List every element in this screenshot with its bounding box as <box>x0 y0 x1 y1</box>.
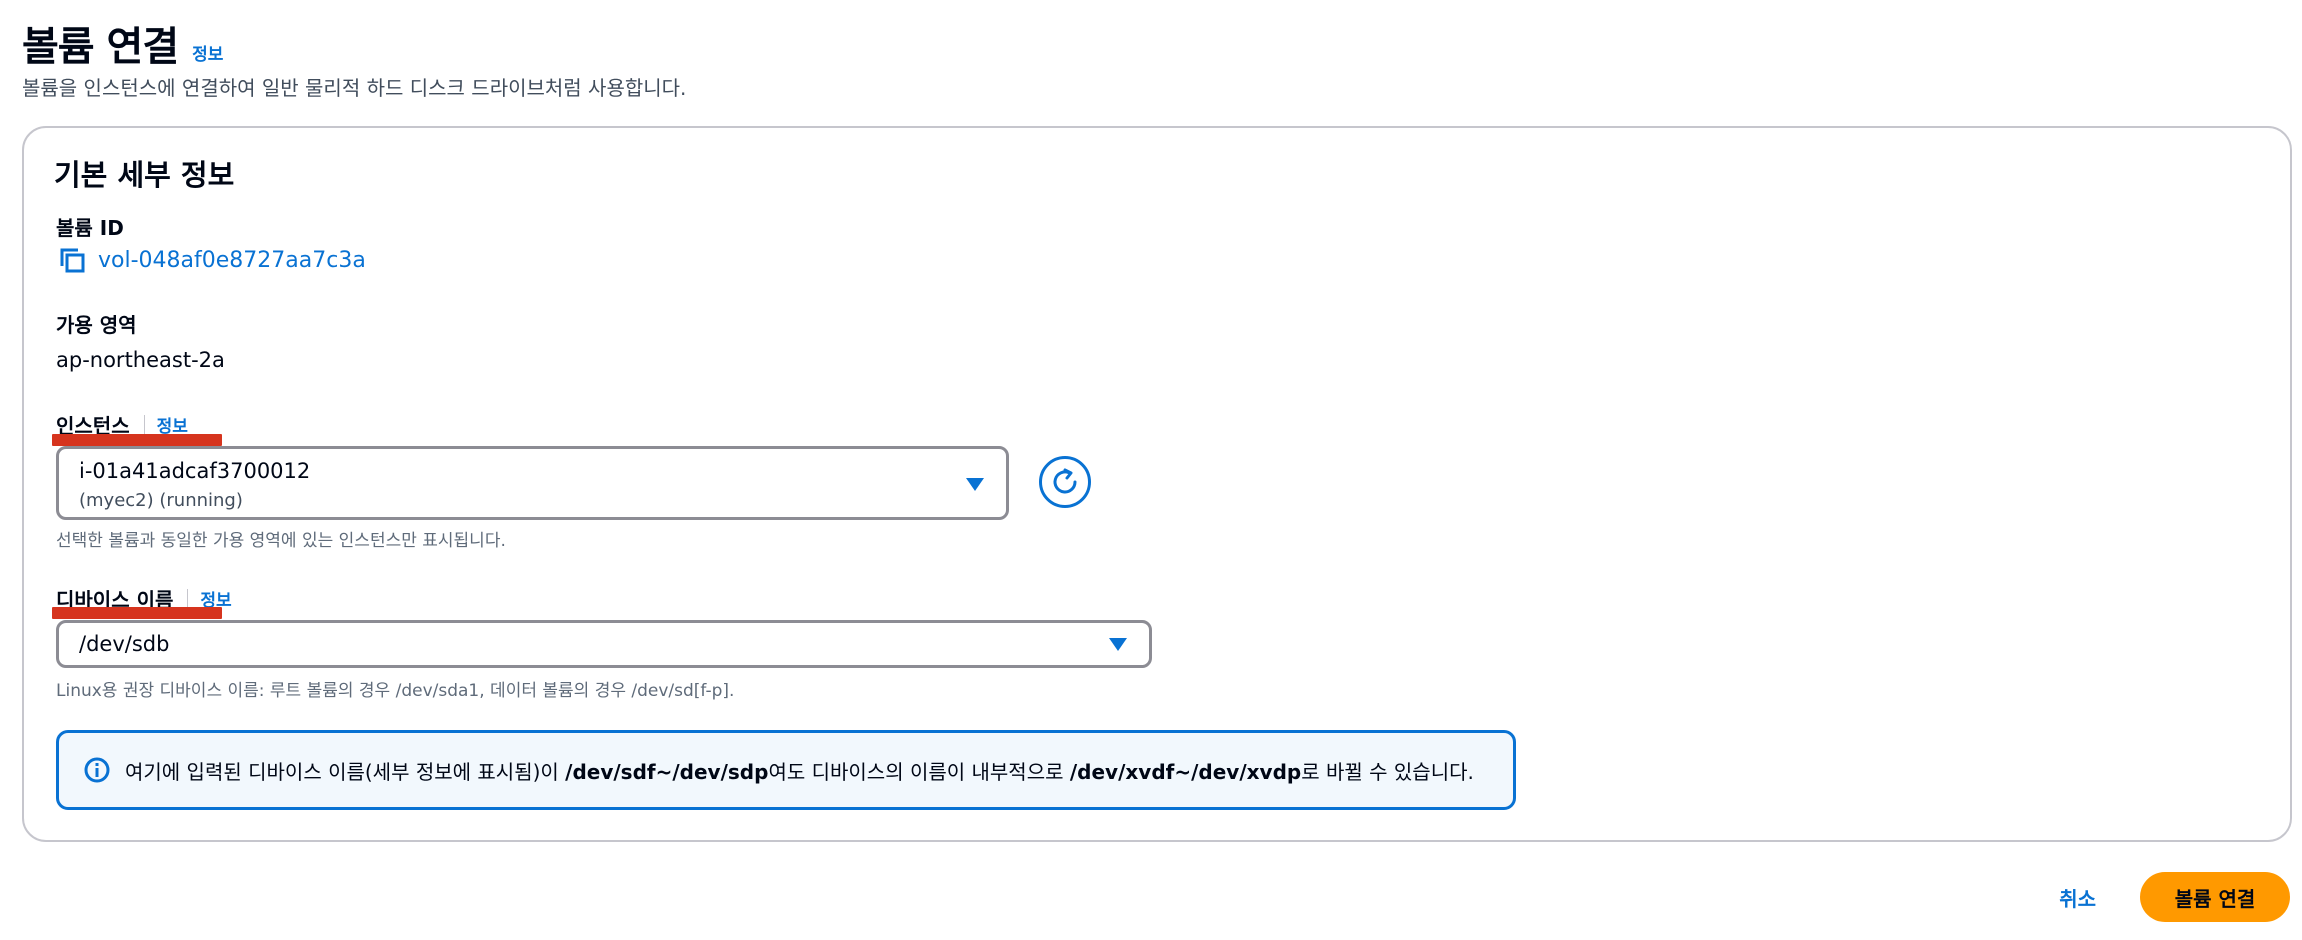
instance-select-detail: (myec2) (running) <box>79 490 243 511</box>
cancel-button[interactable]: 취소 <box>2059 883 2096 912</box>
availability-zone-value: ap-northeast-2a <box>56 348 225 372</box>
device-name-hint: Linux용 권장 디바이스 이름: 루트 볼륨의 경우 /dev/sda1, … <box>56 681 735 701</box>
attach-volume-button[interactable]: 볼륨 연결 <box>2140 872 2290 922</box>
device-name-annotation-underline <box>52 607 222 619</box>
device-name-info-alert: 여기에 입력된 디바이스 이름(세부 정보에 표시됨)이 /dev/sdf~/d… <box>56 730 1516 810</box>
page-title: 볼륨 연결 <box>22 24 179 70</box>
refresh-instances-button[interactable] <box>1039 456 1091 508</box>
alert-message: 여기에 입력된 디바이스 이름(세부 정보에 표시됨)이 /dev/sdf~/d… <box>125 759 1474 784</box>
copy-icon[interactable] <box>58 246 86 274</box>
volume-id-link[interactable]: vol-048af0e8727aa7c3a <box>98 248 366 273</box>
instance-hint: 선택한 볼륨과 동일한 가용 영역에 있는 인스턴스만 표시됩니다. <box>56 531 506 551</box>
availability-zone-label: 가용 영역 <box>56 309 137 338</box>
device-name-value: /dev/sdb <box>79 632 170 656</box>
availability-zone-label-text: 가용 영역 <box>56 313 137 337</box>
volume-id-copy[interactable]: vol-048af0e8727aa7c3a <box>58 246 366 274</box>
basic-details-panel: 기본 세부 정보 볼륨 ID vol-048af0e8727aa7c3a 가용 … <box>22 126 2292 842</box>
page-description: 볼륨을 인스턴스에 연결하여 일반 물리적 하드 디스크 드라이브처럼 사용합니… <box>22 76 687 100</box>
device-name-select[interactable]: /dev/sdb <box>56 620 1152 668</box>
page-info-link[interactable]: 정보 <box>192 40 223 65</box>
instance-select-value: i-01a41adcaf3700012 <box>79 459 311 483</box>
section-title: 기본 세부 정보 <box>54 158 235 192</box>
page-header: 볼륨 연결 정보 <box>22 14 223 72</box>
instance-annotation-underline <box>52 434 222 446</box>
volume-id-label: 볼륨 ID <box>56 212 124 241</box>
chevron-down-icon <box>966 478 984 491</box>
form-actions: 취소 볼륨 연결 <box>2059 872 2290 922</box>
chevron-down-icon <box>1109 638 1127 651</box>
label-separator <box>143 414 145 435</box>
label-separator <box>187 588 189 609</box>
instance-select[interactable]: i-01a41adcaf3700012 (myec2) (running) <box>56 446 1009 520</box>
info-icon <box>84 757 110 783</box>
refresh-icon <box>1053 468 1077 494</box>
volume-id-label-text: 볼륨 ID <box>56 216 124 240</box>
